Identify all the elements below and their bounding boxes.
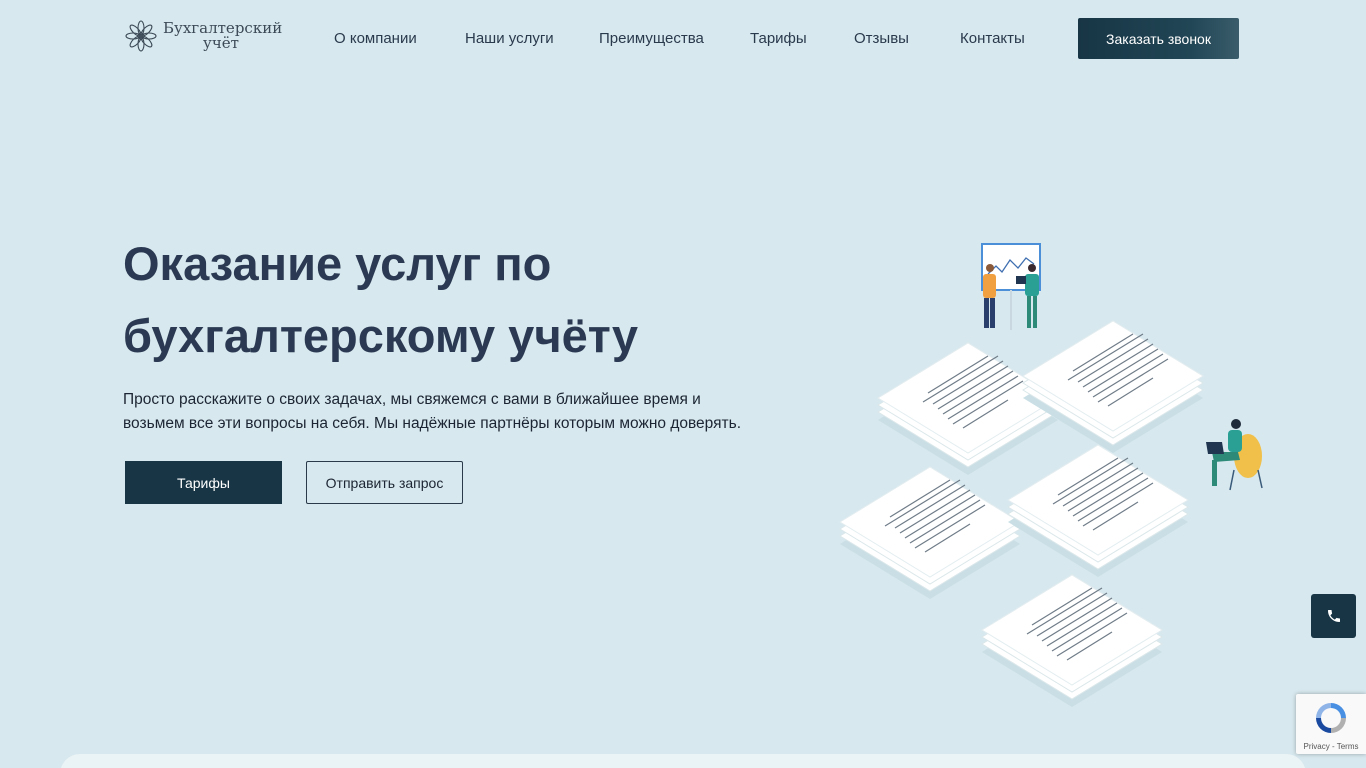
paper-stack: [877, 342, 1059, 476]
pricing-button[interactable]: Тарифы: [125, 461, 282, 504]
paper-stack: [1007, 444, 1189, 578]
phone-icon: [1327, 610, 1340, 622]
hero-title-line-1: Оказание услуг по: [123, 237, 552, 290]
hero-title-line-2: бухгалтерскому учёту: [123, 309, 639, 362]
nav-item-contacts[interactable]: Контакты: [960, 30, 1025, 47]
nav-item-pricing[interactable]: Тарифы: [750, 30, 807, 47]
nav-item-reviews[interactable]: Отзывы: [854, 30, 909, 47]
hero-title: Оказание услуг по бухгалтерскому учёту: [123, 228, 823, 372]
flower-logo-icon: [125, 20, 157, 52]
nav-item-about[interactable]: О компании: [334, 30, 417, 47]
next-section-panel: [60, 754, 1306, 768]
logo[interactable]: Бухгалтерский учёт: [125, 16, 285, 56]
paper-stack: [839, 466, 1021, 600]
paper-stack: [981, 574, 1163, 708]
logo-line-2: учёт: [203, 34, 239, 52]
order-call-button[interactable]: Заказать звонок: [1078, 18, 1239, 59]
recaptcha-links[interactable]: Privacy - Terms: [1296, 742, 1366, 751]
site-header: Бухгалтерский учёт О компании Наши услуг…: [0, 0, 1366, 78]
logo-text: Бухгалтерский учёт: [163, 21, 282, 51]
nav-item-advantages[interactable]: Преимущества: [599, 30, 704, 47]
hero-subtitle-line-1: Просто расскажите о своих задачах, мы св…: [123, 391, 701, 408]
presentation-people-icon: [981, 243, 1041, 330]
send-request-button[interactable]: Отправить запрос: [306, 461, 463, 504]
hero-subtitle: Просто расскажите о своих задачах, мы св…: [123, 388, 783, 436]
hero-illustration: [839, 243, 1263, 708]
woman-laptop-icon: [1206, 419, 1263, 491]
call-widget-button[interactable]: [1311, 594, 1356, 638]
recaptcha-icon: [1316, 703, 1346, 733]
recaptcha-badge[interactable]: Privacy - Terms: [1296, 694, 1366, 754]
nav-item-services[interactable]: Наши услуги: [465, 30, 554, 47]
hero-subtitle-line-2: возьмем все эти вопросы на себя. Мы надё…: [123, 415, 742, 432]
paper-stack: [1022, 320, 1204, 454]
